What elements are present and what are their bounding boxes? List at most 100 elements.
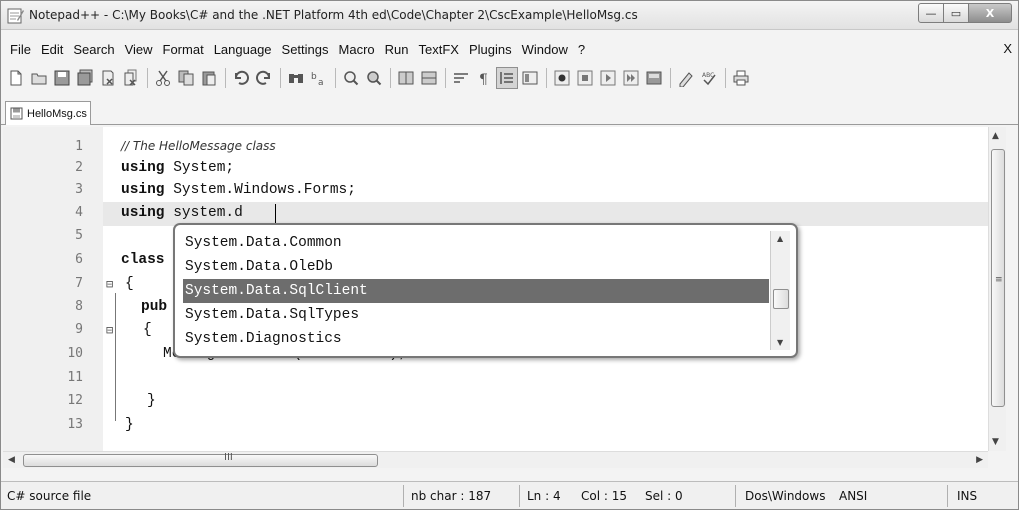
maximize-icon: ▭ — [950, 6, 962, 20]
vertical-scroll-thumb[interactable]: ≡ — [991, 149, 1005, 407]
record-macro-icon[interactable] — [551, 67, 573, 89]
line-number: 10 — [67, 346, 83, 361]
save-icon — [10, 107, 23, 120]
save-macro-icon[interactable] — [643, 67, 665, 89]
cut-icon[interactable] — [152, 67, 174, 89]
fold-toggle-icon[interactable]: ⊟ — [106, 323, 113, 337]
code-line: using System; — [121, 160, 235, 176]
spellcheck-icon[interactable]: ABC — [698, 67, 720, 89]
sync-vertical-icon[interactable] — [395, 67, 417, 89]
autocomplete-item[interactable]: System.Data.OleDb — [183, 255, 769, 279]
menu-window[interactable]: Window — [517, 42, 573, 57]
code-line: } — [147, 393, 156, 409]
status-file-type: C# source file — [7, 489, 92, 503]
scroll-right-icon[interactable]: ▶ — [976, 455, 983, 465]
print-icon[interactable] — [730, 67, 752, 89]
open-file-icon[interactable] — [28, 67, 50, 89]
vertical-scrollbar[interactable]: ▲ ≡ ▼ — [988, 127, 1006, 451]
tab-label: HelloMsg.cs — [27, 107, 87, 120]
menu-file[interactable]: File — [5, 42, 36, 57]
line-number: 6 — [75, 252, 83, 267]
save-icon[interactable] — [51, 67, 73, 89]
scroll-left-icon[interactable]: ◀ — [8, 455, 15, 465]
scroll-down-icon[interactable]: ▼ — [992, 437, 999, 447]
maximize-button[interactable]: ▭ — [943, 3, 969, 23]
status-bar: C# source file nb char : 187 Ln : 4 Col … — [1, 481, 1018, 509]
replace-icon[interactable]: ba — [308, 67, 330, 89]
zoom-out-icon[interactable] — [363, 67, 385, 89]
line-number: 11 — [67, 370, 83, 385]
paste-icon[interactable] — [198, 67, 220, 89]
minimize-icon: — — [925, 6, 937, 20]
menu-edit[interactable]: Edit — [36, 42, 68, 57]
find-icon[interactable] — [285, 67, 307, 89]
new-file-icon[interactable] — [5, 67, 27, 89]
autocomplete-scrollbar[interactable]: ▲ ▼ — [770, 231, 790, 350]
line-number: 7 — [75, 276, 83, 291]
autocomplete-list: System.Data.Common System.Data.OleDb Sys… — [183, 231, 769, 351]
line-number: 9 — [75, 322, 83, 337]
close-file-icon[interactable] — [97, 67, 119, 89]
toolbar-separator — [335, 68, 336, 88]
undo-icon[interactable] — [230, 67, 252, 89]
svg-text:a: a — [318, 78, 324, 87]
menu-macro[interactable]: Macro — [334, 42, 380, 57]
tab-bar: HelloMsg.cs — [1, 98, 1018, 125]
menu-textfx[interactable]: TextFX — [414, 42, 464, 57]
menu-format[interactable]: Format — [158, 42, 209, 57]
menu-plugins[interactable]: Plugins — [464, 42, 517, 57]
menu-settings[interactable]: Settings — [277, 42, 334, 57]
line-number: 4 — [75, 205, 83, 220]
show-all-chars-icon[interactable]: ¶ — [473, 67, 495, 89]
stop-macro-icon[interactable] — [574, 67, 596, 89]
menu-view[interactable]: View — [120, 42, 158, 57]
menu-language[interactable]: Language — [209, 42, 277, 57]
menu-help[interactable]: ? — [573, 42, 590, 57]
svg-text:b: b — [311, 72, 317, 82]
code-line: } — [125, 417, 134, 433]
code-line-current: using system.d — [121, 205, 243, 221]
horizontal-scroll-thumb[interactable]: III — [23, 452, 378, 467]
close-icon: X — [985, 6, 995, 20]
window-title: Notepad++ - C:\My Books\C# and the .NET … — [29, 8, 638, 22]
code-line-comment: // The HelloMessage class — [121, 139, 276, 153]
status-column: Col : 15 — [581, 489, 627, 503]
autocomplete-scroll-thumb[interactable] — [773, 289, 789, 309]
scroll-up-icon[interactable]: ▲ — [992, 131, 999, 141]
scroll-up-icon[interactable]: ▲ — [777, 234, 783, 243]
autocomplete-item-selected[interactable]: System.Data.SqlClient — [183, 279, 769, 303]
toolbar-separator — [147, 68, 148, 88]
status-divider — [947, 485, 948, 507]
line-number: 2 — [75, 160, 83, 175]
copy-icon[interactable] — [175, 67, 197, 89]
word-wrap-icon[interactable] — [450, 67, 472, 89]
tab-hellomsg[interactable]: HelloMsg.cs — [5, 101, 91, 125]
play-macro-icon[interactable] — [597, 67, 619, 89]
zoom-in-icon[interactable] — [340, 67, 362, 89]
line-number: 12 — [67, 393, 83, 408]
save-all-icon[interactable] — [74, 67, 96, 89]
close-all-icon[interactable] — [120, 67, 142, 89]
scroll-down-icon[interactable]: ▼ — [777, 338, 783, 347]
run-macro-multiple-icon[interactable] — [620, 67, 642, 89]
line-number: 1 — [75, 139, 83, 154]
notepadpp-app-icon — [7, 8, 24, 24]
line-number: 13 — [67, 417, 83, 432]
autocomplete-item[interactable]: System.Data.Common — [183, 231, 769, 255]
sync-horizontal-icon[interactable] — [418, 67, 440, 89]
menu-bar: File Edit Search View Format Language Se… — [1, 38, 1018, 60]
menu-run[interactable]: Run — [380, 42, 414, 57]
minimize-button[interactable]: — — [918, 3, 944, 23]
close-window-button[interactable]: X — [968, 3, 1012, 23]
menu-search[interactable]: Search — [68, 42, 119, 57]
folder-as-workspace-icon[interactable] — [519, 67, 541, 89]
fold-toggle-icon[interactable]: ⊟ — [106, 277, 113, 291]
autocomplete-item[interactable]: System.Diagnostics — [183, 327, 769, 351]
close-document-button[interactable]: X — [1003, 41, 1012, 56]
indent-guide-icon[interactable] — [496, 67, 518, 89]
translate-icon[interactable] — [675, 67, 697, 89]
horizontal-scrollbar[interactable]: ◀ III ▶ — [3, 451, 988, 468]
redo-icon[interactable] — [253, 67, 275, 89]
autocomplete-item[interactable]: System.Data.SqlTypes — [183, 303, 769, 327]
toolbar-separator — [390, 68, 391, 88]
